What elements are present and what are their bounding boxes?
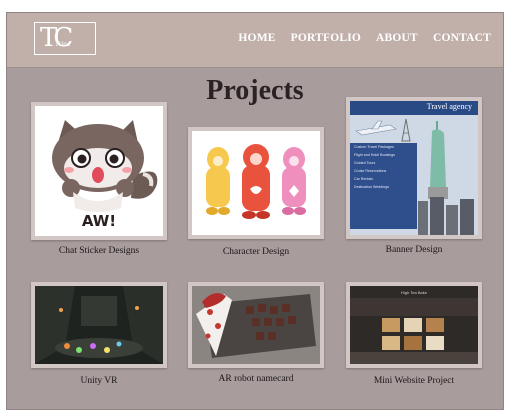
project-card-banner[interactable]: Travel agency Custom Travel Packages Fli…: [346, 97, 482, 263]
sticker-text: AW!: [81, 212, 117, 230]
characters-image[interactable]: [188, 127, 324, 239]
travel-banner-image[interactable]: Travel agency Custom Travel Packages Fli…: [346, 97, 482, 239]
vr-scene-image[interactable]: [31, 282, 167, 368]
website-gallery-icon: [350, 298, 478, 364]
vr-scene-icon: [35, 286, 163, 364]
main-nav: HOME PORTFOLIO ABOUT CONTACT: [238, 32, 491, 44]
project-caption[interactable]: Character Design: [188, 247, 324, 257]
ar-namecard-image[interactable]: [188, 282, 324, 368]
banner-line: Destination Weddings: [354, 185, 389, 189]
website-background: High Tea Bake: [350, 286, 478, 364]
project-card-unity[interactable]: Unity VR: [31, 282, 167, 392]
ar-namecard-icon: [192, 286, 320, 364]
banner-line: Guided Tours: [354, 161, 376, 165]
project-caption[interactable]: Banner Design: [346, 245, 482, 255]
logo-sub: Trina: [55, 40, 71, 48]
project-card-ar[interactable]: AR robot namecard: [188, 282, 324, 392]
project-caption[interactable]: Mini Website Project: [346, 376, 482, 386]
banner-line: Custom Travel Packages: [354, 145, 394, 149]
logo[interactable]: TC Trina: [34, 22, 96, 55]
nav-home[interactable]: HOME: [238, 32, 275, 44]
nav-about[interactable]: ABOUT: [376, 32, 418, 44]
project-caption[interactable]: AR robot namecard: [188, 374, 324, 384]
nav-portfolio[interactable]: PORTFOLIO: [291, 32, 361, 44]
banner-background: Travel agency Custom Travel Packages Fli…: [350, 101, 478, 235]
project-card-website[interactable]: High Tea Bake Mini Website Project: [346, 282, 482, 392]
nav-contact[interactable]: CONTACT: [433, 32, 491, 44]
project-caption[interactable]: Chat Sticker Designs: [31, 246, 167, 256]
raccoon-sticker-image[interactable]: AW!: [31, 102, 167, 240]
page-frame: TC Trina HOME PORTFOLIO ABOUT CONTACT Pr…: [6, 12, 504, 410]
site-header: TC Trina HOME PORTFOLIO ABOUT CONTACT: [7, 13, 503, 68]
project-card-stickers[interactable]: AW! Chat Sticker Designs: [31, 102, 167, 262]
project-card-character[interactable]: Character Design: [188, 127, 324, 263]
characters-icon: [192, 131, 320, 235]
banner-list: Custom Travel Packages Flight and Hotel …: [350, 143, 417, 229]
banner-line: Cruise Reservations: [354, 169, 387, 173]
project-caption[interactable]: Unity VR: [31, 376, 167, 386]
banner-line: Car Rentals: [354, 177, 373, 181]
website-image[interactable]: High Tea Bake: [346, 282, 482, 368]
banner-line: Flight and Hotel Bookings: [354, 153, 395, 157]
